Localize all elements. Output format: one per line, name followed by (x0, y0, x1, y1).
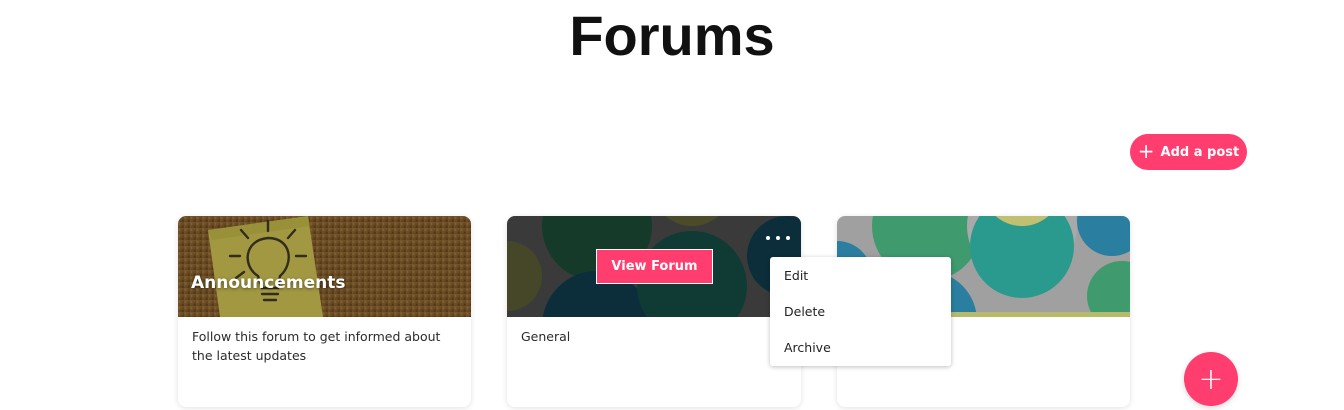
forum-card-announcements[interactable]: Announcements Follow this forum to get i… (178, 216, 471, 407)
forum-card-general[interactable]: View Forum General (507, 216, 801, 407)
cork-board-lightbulb-image (178, 216, 471, 317)
forum-description: Follow this forum to get informed about … (192, 329, 441, 363)
forum-cover-image: Announcements (178, 216, 471, 317)
plus-icon: + (1198, 361, 1224, 397)
menu-item-edit[interactable]: Edit (770, 266, 951, 302)
forum-context-menu: Edit Delete Archive (770, 257, 951, 366)
add-post-button[interactable]: + Add a post (1130, 134, 1247, 170)
add-post-label: Add a post (1160, 144, 1240, 160)
menu-item-archive[interactable]: Archive (770, 338, 951, 374)
forum-description: General (521, 329, 571, 344)
add-fab-button[interactable]: + (1184, 352, 1238, 406)
menu-item-delete[interactable]: Delete (770, 302, 951, 338)
view-forum-button[interactable]: View Forum (596, 249, 713, 284)
forum-cover-image: View Forum (507, 216, 801, 317)
forum-title: Announcements (191, 273, 346, 293)
more-horizontal-icon[interactable] (766, 232, 790, 244)
plus-icon: + (1137, 139, 1155, 163)
page-title: Forums (569, 4, 775, 67)
